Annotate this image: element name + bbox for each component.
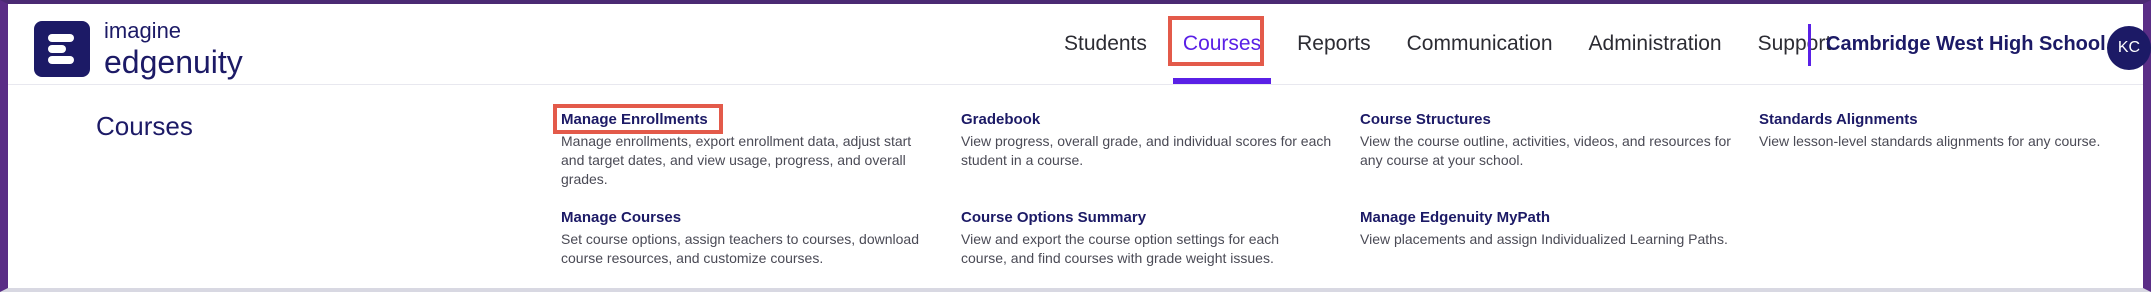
manage-courses-link[interactable]: Manage Courses bbox=[561, 209, 946, 226]
nav-administration[interactable]: Administration bbox=[1589, 4, 1722, 84]
course-structures-description: View the course outline, activities, vid… bbox=[1360, 133, 1731, 168]
gradebook-link[interactable]: Gradebook bbox=[961, 111, 1351, 128]
menu-item-manage-courses[interactable]: Manage Courses Set course options, assig… bbox=[561, 209, 946, 268]
course-options-summary-link[interactable]: Course Options Summary bbox=[961, 209, 1321, 226]
active-tab-indicator bbox=[1172, 78, 1272, 84]
standards-alignments-link[interactable]: Standards Alignments bbox=[1759, 111, 2139, 128]
nav-communication[interactable]: Communication bbox=[1407, 4, 1553, 84]
course-options-summary-description: View and export the course option settin… bbox=[961, 231, 1280, 266]
nav-students-label: Students bbox=[1064, 32, 1147, 55]
school-name[interactable]: Cambridge West High School bbox=[1826, 4, 2106, 84]
user-avatar[interactable]: KC bbox=[2107, 26, 2151, 70]
course-structures-link[interactable]: Course Structures bbox=[1360, 111, 1740, 128]
manage-enrollments-description: Manage enrollments, export enrollment da… bbox=[561, 133, 912, 187]
manage-mypath-link[interactable]: Manage Edgenuity MyPath bbox=[1360, 209, 1780, 226]
top-navigation-bar: imagine edgenuity Students Courses Repor… bbox=[8, 4, 2151, 85]
menu-item-gradebook[interactable]: Gradebook View progress, overall grade, … bbox=[961, 111, 1351, 170]
manage-enrollments-highlight-box bbox=[553, 104, 723, 134]
menu-title: Courses bbox=[96, 111, 193, 141]
logo-line-1: imagine bbox=[104, 18, 182, 43]
manage-courses-description: Set course options, assign teachers to c… bbox=[561, 231, 919, 266]
logo-line-2: edgenuity bbox=[104, 44, 243, 80]
nav-support[interactable]: Support bbox=[1758, 4, 1832, 84]
gradebook-description: View progress, overall grade, and indivi… bbox=[961, 133, 1332, 168]
menu-item-standards-alignments[interactable]: Standards Alignments View lesson-level s… bbox=[1759, 111, 2139, 151]
nav-support-label: Support bbox=[1757, 32, 1832, 55]
menu-item-course-structures[interactable]: Course Structures View the course outlin… bbox=[1360, 111, 1740, 170]
courses-dropdown-menu: Courses Manage Enrollments Manage enroll… bbox=[8, 85, 2143, 288]
nav-administration-label: Administration bbox=[1588, 32, 1722, 55]
nav-reports[interactable]: Reports bbox=[1297, 4, 1371, 84]
manage-mypath-description: View placements and assign Individualize… bbox=[1360, 231, 1728, 247]
courses-highlight-box bbox=[1168, 16, 1264, 66]
nav-reports-label: Reports bbox=[1297, 32, 1371, 55]
logo-wordmark: imagine edgenuity bbox=[104, 18, 243, 80]
nav-divider bbox=[1808, 24, 1811, 66]
nav-students[interactable]: Students bbox=[1064, 4, 1147, 84]
edgenuity-logo-icon bbox=[34, 21, 90, 77]
standards-alignments-description: View lesson-level standards alignments f… bbox=[1759, 133, 2101, 149]
nav-communication-label: Communication bbox=[1406, 32, 1553, 55]
menu-item-manage-mypath[interactable]: Manage Edgenuity MyPath View placements … bbox=[1360, 209, 1780, 249]
menu-item-course-options-summary[interactable]: Course Options Summary View and export t… bbox=[961, 209, 1321, 268]
edgenuity-logo[interactable]: imagine edgenuity bbox=[34, 20, 243, 78]
